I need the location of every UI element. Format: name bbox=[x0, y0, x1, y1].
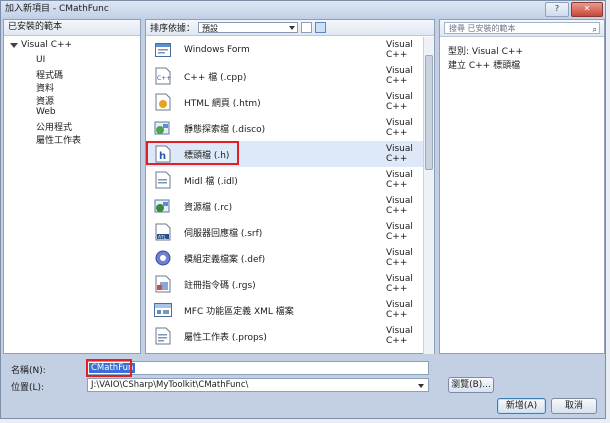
template-row[interactable]: ATL 伺服器回應檔 (.srf) Visual C++ bbox=[146, 219, 424, 245]
window-title: 加入新項目 - CMathFunc bbox=[5, 4, 109, 14]
chevron-down-icon bbox=[289, 26, 296, 30]
sort-value: 預設 bbox=[202, 24, 219, 33]
close-button[interactable]: ✕ bbox=[571, 2, 603, 17]
template-row[interactable]: 模組定義檔案 (.def) Visual C++ bbox=[146, 245, 424, 271]
name-input[interactable]: CMathFun bbox=[86, 359, 429, 377]
add-new-item-dialog: 加入新項目 - CMathFunc ? ✕ 已安裝的範本 Visual C++ … bbox=[0, 0, 606, 419]
tree-item-property-sheets[interactable]: 屬性工作表 bbox=[36, 133, 81, 146]
template-language: Visual C++ bbox=[386, 196, 413, 216]
browse-button[interactable]: 瀏覽(B)... bbox=[448, 377, 494, 393]
disco-file-icon bbox=[154, 119, 172, 137]
tree-item-code[interactable]: 程式碼 bbox=[36, 68, 63, 81]
template-language: Visual C++ bbox=[386, 300, 413, 320]
windows-form-icon bbox=[154, 41, 172, 59]
template-row[interactable]: 靜態探索檔 (.disco) Visual C++ bbox=[146, 115, 424, 141]
tree-root-visual-cpp[interactable]: Visual C++ bbox=[10, 40, 72, 50]
template-type: 型別: Visual C++ bbox=[448, 47, 523, 57]
template-row[interactable]: Midl 檔 (.idl) Visual C++ bbox=[146, 167, 424, 193]
template-language: Visual C++ bbox=[386, 274, 413, 294]
template-language: Visual C++ bbox=[386, 118, 413, 138]
template-language: Visual C++ bbox=[386, 248, 413, 268]
template-list: Windows Form Visual C++ C++ C++ 檔 (.cpp) Vis… bbox=[146, 37, 424, 354]
name-highlight-box bbox=[86, 359, 132, 377]
installed-templates-pane: 已安裝的範本 Visual C++ UI 程式碼 資料 資源 Web 公用程式 … bbox=[3, 19, 141, 354]
tree-item-resource[interactable]: 資源 bbox=[36, 94, 54, 107]
template-name: 靜態探索檔 (.disco) bbox=[184, 124, 266, 135]
template-name: MFC 功能區定義 XML 檔案 bbox=[184, 306, 294, 317]
template-row[interactable]: h 標頭檔 (.h) Visual C++ bbox=[146, 141, 424, 167]
add-button[interactable]: 新增(A) bbox=[497, 398, 546, 414]
tree-item-utility[interactable]: 公用程式 bbox=[36, 120, 72, 133]
sort-label: 排序依據： bbox=[150, 24, 196, 34]
template-name: Midl 檔 (.idl) bbox=[184, 176, 238, 187]
templates-toolbar: 排序依據： 預設 bbox=[146, 20, 434, 36]
template-language: Visual C++ bbox=[386, 40, 413, 60]
title-bar[interactable]: 加入新項目 - CMathFunc ? ✕ bbox=[1, 1, 605, 17]
location-value: J:\VAIO\CSharp\MyToolkit\CMathFunc\ bbox=[91, 380, 249, 390]
template-name: 資源檔 (.rc) bbox=[184, 202, 233, 213]
rgs-file-icon bbox=[154, 275, 172, 293]
search-input[interactable]: 搜尋 已安裝的範本 ⌕ bbox=[444, 22, 600, 34]
template-name: 屬性工作表 (.props) bbox=[184, 332, 267, 343]
scrollbar-thumb[interactable] bbox=[425, 55, 433, 170]
atl-srf-file-icon: ATL bbox=[154, 223, 172, 241]
selected-template-highlight-box bbox=[146, 141, 239, 165]
tree-root-label: Visual C++ bbox=[21, 40, 73, 50]
name-label: 名稱(N): bbox=[11, 366, 46, 376]
template-name: 伺服器回應檔 (.srf) bbox=[184, 228, 263, 239]
template-name: Windows Form bbox=[184, 45, 250, 55]
installed-templates-header: 已安裝的範本 bbox=[4, 20, 140, 36]
search-icon[interactable]: ⌕ bbox=[593, 24, 597, 35]
template-description: 建立 C++ 標頭檔 bbox=[448, 61, 521, 71]
chevron-down-icon[interactable] bbox=[418, 384, 424, 388]
template-language: Visual C++ bbox=[386, 326, 413, 346]
small-icons-view-button[interactable] bbox=[301, 22, 313, 33]
def-file-icon bbox=[154, 249, 172, 267]
template-name: HTML 網頁 (.htm) bbox=[184, 98, 261, 109]
template-row[interactable]: C++ C++ 檔 (.cpp) Visual C++ bbox=[146, 63, 424, 89]
html-file-icon bbox=[154, 93, 172, 111]
location-label: 位置(L): bbox=[11, 383, 45, 393]
template-details-pane: 搜尋 已安裝的範本 ⌕ 型別: Visual C++ 建立 C++ 標頭檔 bbox=[439, 19, 605, 354]
template-language: Visual C++ bbox=[386, 144, 413, 164]
template-row[interactable]: HTML 網頁 (.htm) Visual C++ bbox=[146, 89, 424, 115]
template-language: Visual C++ bbox=[386, 222, 413, 242]
tree-item-data[interactable]: 資料 bbox=[36, 81, 54, 94]
template-name: 註冊指令碼 (.rgs) bbox=[184, 280, 256, 291]
svg-text:C++: C++ bbox=[157, 75, 171, 82]
tree-item-ui[interactable]: UI bbox=[36, 55, 45, 65]
location-combobox[interactable]: J:\VAIO\CSharp\MyToolkit\CMathFunc\ bbox=[87, 378, 429, 392]
mfc-ribbon-icon bbox=[154, 301, 172, 319]
svg-text:ATL: ATL bbox=[158, 235, 166, 241]
template-name: C++ 檔 (.cpp) bbox=[184, 72, 247, 83]
cancel-button[interactable]: 取消 bbox=[551, 398, 597, 414]
template-row[interactable]: Windows Form Visual C++ bbox=[146, 37, 424, 63]
expand-arrow-icon[interactable] bbox=[10, 42, 18, 48]
template-row[interactable]: 註冊指令碼 (.rgs) Visual C++ bbox=[146, 271, 424, 297]
tree-item-web[interactable]: Web bbox=[36, 107, 56, 117]
props-file-icon bbox=[154, 327, 172, 345]
templates-pane: 排序依據： 預設 Windows Form Visual C++ C++ C++ 檔 … bbox=[145, 19, 435, 354]
template-row[interactable]: 屬性工作表 (.props) Visual C++ bbox=[146, 323, 424, 349]
template-language: Visual C++ bbox=[386, 170, 413, 190]
search-placeholder: 搜尋 已安裝的範本 bbox=[449, 24, 516, 33]
template-list-scrollbar[interactable] bbox=[423, 37, 434, 354]
search-bar: 搜尋 已安裝的範本 ⌕ bbox=[440, 20, 604, 37]
template-row[interactable]: MFC 功能區定義 XML 檔案 Visual C++ bbox=[146, 297, 424, 323]
sort-select[interactable]: 預設 bbox=[198, 22, 299, 33]
cpp-file-icon: C++ bbox=[154, 67, 172, 85]
midl-file-icon bbox=[154, 171, 172, 189]
template-language: Visual C++ bbox=[386, 92, 413, 112]
template-name: 模組定義檔案 (.def) bbox=[184, 254, 266, 265]
help-button[interactable]: ? bbox=[545, 2, 569, 17]
resource-file-icon bbox=[154, 197, 172, 215]
template-language: Visual C++ bbox=[386, 66, 413, 86]
template-row[interactable]: 資源檔 (.rc) Visual C++ bbox=[146, 193, 424, 219]
list-view-button[interactable] bbox=[315, 22, 327, 33]
